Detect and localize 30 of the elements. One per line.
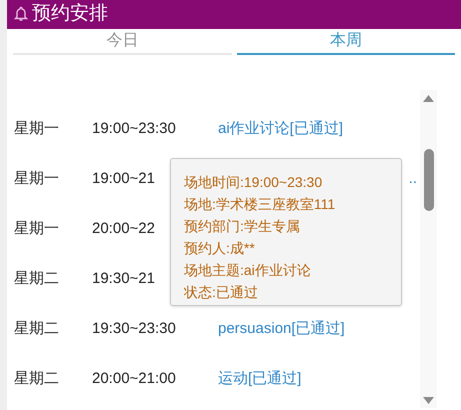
- header-title: 预约安排: [32, 2, 108, 26]
- tooltip-line: 预约人:成**: [184, 238, 256, 258]
- time-range: 19:00~23:30: [92, 120, 176, 136]
- scroll-down-icon[interactable]: [423, 396, 434, 404]
- tooltip-line: 场地:学术楼三座教室111: [184, 194, 336, 214]
- tooltip-line: 状态:已通过: [184, 282, 259, 302]
- scroll-up-icon[interactable]: [423, 94, 434, 102]
- weekday-label: 星期二: [14, 318, 60, 338]
- tooltip-line: 预约部门:学生专属: [184, 216, 301, 236]
- tab[interactable]: 本周: [236, 28, 455, 54]
- booking-link[interactable]: persuasion[已通过]: [218, 318, 345, 340]
- time-range: 20:00~22: [92, 220, 155, 236]
- tab[interactable]: 今日: [13, 28, 232, 54]
- bell-icon: [14, 6, 28, 22]
- time-range: 20:00~21:00: [92, 370, 176, 386]
- scroll-thumb[interactable]: [424, 148, 434, 210]
- weekday-label: 星期一: [14, 168, 60, 188]
- weekday-label: 星期一: [14, 218, 60, 238]
- booking-link[interactable]: ..: [408, 168, 418, 190]
- booking-link[interactable]: 运动[已通过]: [218, 368, 302, 390]
- time-range: 19:00~21: [92, 170, 155, 186]
- time-range: 19:30~23:30: [92, 320, 176, 336]
- tooltip-line: 场地主题:ai作业讨论: [184, 260, 312, 280]
- weekday-label: 星期一: [14, 118, 60, 138]
- weekday-label: 星期二: [14, 368, 60, 388]
- scrollbar[interactable]: [420, 90, 437, 408]
- booking-link[interactable]: ai作业讨论[已通过]: [218, 118, 344, 140]
- tooltip-line: 场地时间:19:00~23:30: [184, 172, 324, 192]
- weekday-label: 星期二: [14, 268, 60, 288]
- time-range: 19:30~21: [92, 270, 155, 286]
